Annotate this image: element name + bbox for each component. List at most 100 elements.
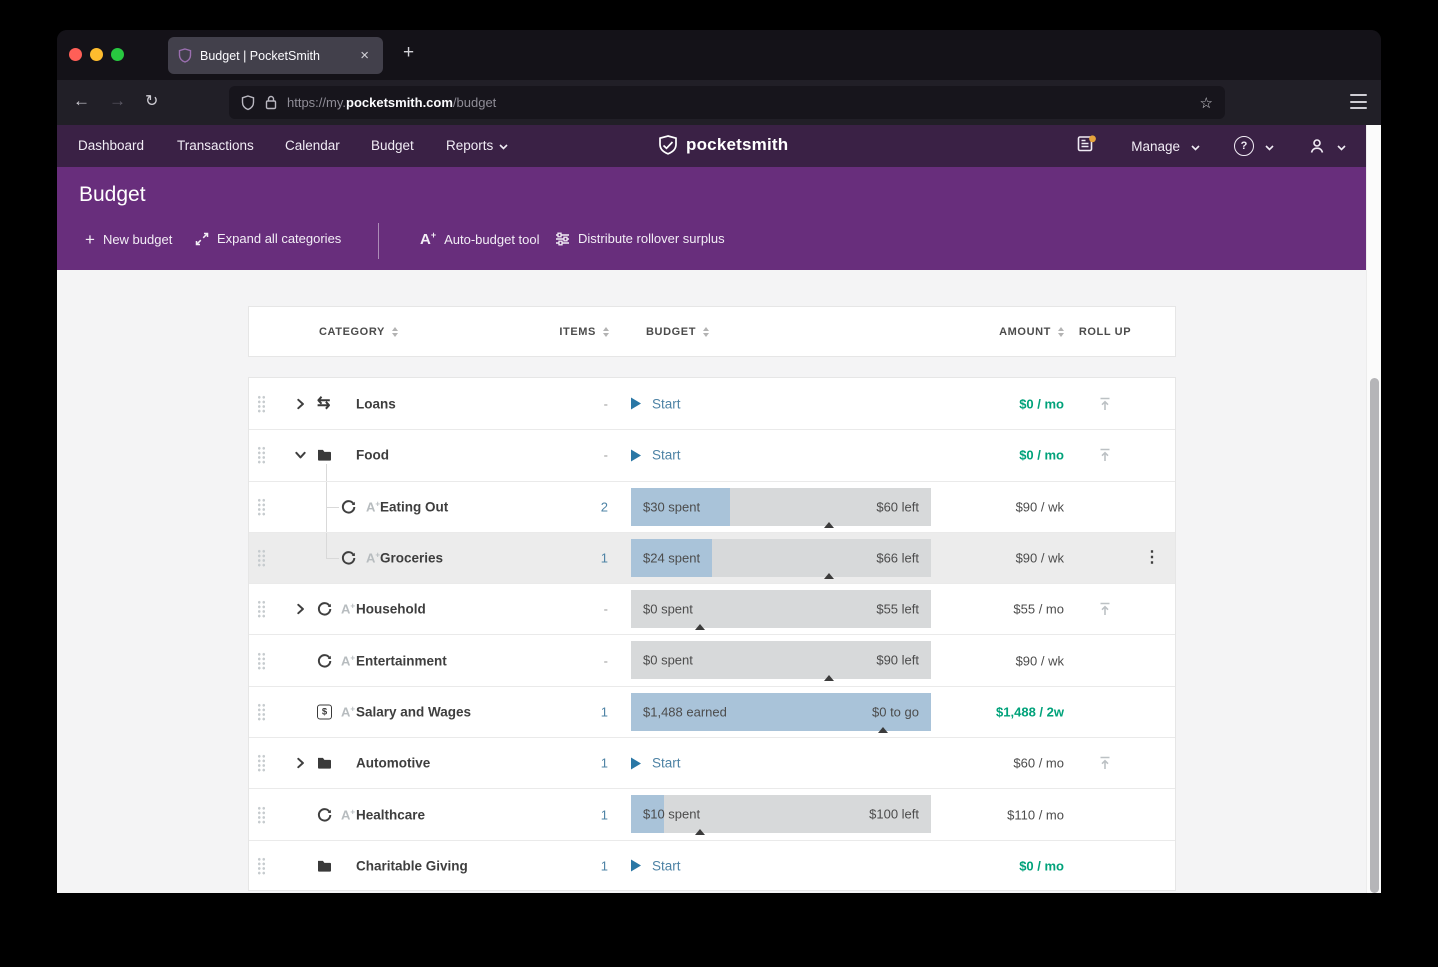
help-menu[interactable]: ? <box>1234 136 1274 156</box>
scrollbar-thumb[interactable] <box>1370 378 1379 893</box>
drag-handle-icon[interactable] <box>257 549 266 567</box>
rollup-pin-icon[interactable] <box>1093 755 1117 771</box>
folder-icon <box>317 449 332 462</box>
column-header-items[interactable]: ITEMS <box>519 307 609 356</box>
start-budget-button[interactable]: Start <box>631 396 681 411</box>
maximize-window-button[interactable] <box>111 48 124 61</box>
auto-budget-icon: A+ <box>366 551 380 564</box>
items-count[interactable]: 1 <box>548 858 608 873</box>
browser-tab[interactable]: Budget | PocketSmith × <box>168 37 383 74</box>
table-row-eating-out[interactable]: A+ Eating Out 2 $30 spent $60 left $90 /… <box>249 481 1175 532</box>
url-text[interactable]: https://my.pocketsmith.com/budget <box>287 95 496 110</box>
drag-handle-icon[interactable] <box>257 600 266 618</box>
drag-handle-icon[interactable] <box>257 446 266 464</box>
rollup-pin-icon[interactable] <box>1093 601 1117 617</box>
items-count: - <box>548 602 608 617</box>
category-name[interactable]: Household <box>356 602 426 617</box>
row-menu-kebab-icon[interactable]: ⋮ <box>1144 550 1160 566</box>
lock-icon[interactable] <box>265 95 277 110</box>
table-row-food[interactable]: Food - Start $0 / mo <box>249 429 1175 480</box>
table-row-salary-and-wages[interactable]: $ A+ Salary and Wages 1 $1,488 earned $0… <box>249 686 1175 737</box>
sort-icon[interactable] <box>703 327 709 337</box>
budget-progress-bar[interactable]: $10 spent $100 left <box>631 795 931 833</box>
url-bar[interactable]: https://my.pocketsmith.com/budget ☆ <box>229 86 1225 119</box>
rollup-pin-icon[interactable] <box>1093 447 1117 463</box>
chevron-down-icon[interactable] <box>295 450 306 461</box>
sort-icon[interactable] <box>392 327 398 337</box>
budget-progress-bar[interactable]: $0 spent $90 left <box>631 641 931 679</box>
nav-item-transactions[interactable]: Transactions <box>177 138 254 153</box>
items-count[interactable]: 1 <box>548 807 608 822</box>
items-count[interactable]: 1 <box>548 756 608 771</box>
drag-handle-icon[interactable] <box>257 857 266 875</box>
items-count[interactable]: 2 <box>548 499 608 514</box>
nav-item-reports[interactable]: Reports <box>446 138 508 153</box>
budget-progress-bar[interactable]: $24 spent $66 left <box>631 539 931 577</box>
table-row-groceries[interactable]: A+ Groceries 1 $24 spent $66 left $90 / … <box>249 532 1175 583</box>
page-scrollbar[interactable] <box>1366 125 1381 893</box>
menu-hamburger-icon[interactable] <box>1350 94 1367 109</box>
start-budget-button[interactable]: Start <box>631 756 681 771</box>
table-row-household[interactable]: A+ Household - $0 spent $55 left $55 / m… <box>249 583 1175 634</box>
drag-handle-icon[interactable] <box>257 498 266 516</box>
column-header-budget[interactable]: BUDGET <box>646 307 709 356</box>
bookmark-star-icon[interactable]: ☆ <box>1200 94 1213 112</box>
budget-progress-bar[interactable]: $1,488 earned $0 to go <box>631 693 931 731</box>
start-budget-button[interactable]: Start <box>631 858 681 873</box>
nav-item-calendar[interactable]: Calendar <box>285 138 340 153</box>
drag-handle-icon[interactable] <box>257 652 266 670</box>
nav-item-budget[interactable]: Budget <box>371 138 414 153</box>
category-name[interactable]: Entertainment <box>356 653 447 668</box>
category-name[interactable]: Eating Out <box>380 499 448 514</box>
chevron-right-icon[interactable] <box>295 758 306 769</box>
category-name[interactable]: Charitable Giving <box>356 858 468 873</box>
back-button[interactable]: ← <box>73 91 90 111</box>
drag-handle-icon[interactable] <box>257 395 266 413</box>
expand-all-categories-button[interactable]: Expand all categories <box>195 231 341 246</box>
sort-icon[interactable] <box>603 327 609 337</box>
close-window-button[interactable] <box>69 48 82 61</box>
start-budget-button[interactable]: Start <box>631 448 681 463</box>
table-row-charitable-giving[interactable]: Charitable Giving 1 Start $0 / mo <box>249 840 1175 891</box>
table-row-healthcare[interactable]: A+ Healthcare 1 $10 spent $100 left $110… <box>249 788 1175 839</box>
new-budget-button[interactable]: + New budget <box>85 231 172 248</box>
manage-menu[interactable]: Manage <box>1131 139 1200 154</box>
category-name[interactable]: Healthcare <box>356 807 425 822</box>
table-row-entertainment[interactable]: A+ Entertainment - $0 spent $90 left $90… <box>249 634 1175 685</box>
chevron-right-icon[interactable] <box>295 604 306 615</box>
category-name[interactable]: Loans <box>356 396 396 411</box>
distribute-rollover-surplus-button[interactable]: Distribute rollover surplus <box>555 231 725 246</box>
reload-button[interactable]: ↻ <box>145 91 158 111</box>
category-name[interactable]: Groceries <box>380 551 443 566</box>
table-row-automotive[interactable]: Automotive 1 Start $60 / mo <box>249 737 1175 788</box>
chevron-right-icon[interactable] <box>295 398 306 409</box>
window-controls[interactable] <box>69 48 124 61</box>
column-header-amount[interactable]: AMOUNT <box>954 307 1064 356</box>
items-count[interactable]: 1 <box>548 704 608 719</box>
drag-handle-icon[interactable] <box>257 754 266 772</box>
tab-close-icon[interactable]: × <box>356 46 373 65</box>
sort-icon[interactable] <box>1058 327 1064 337</box>
column-header-category[interactable]: CATEGORY <box>319 307 398 356</box>
pocketsmith-logo[interactable]: pocketsmith <box>657 134 788 156</box>
items-count[interactable]: 1 <box>548 551 608 566</box>
table-row-loans[interactable]: ⇆ Loans - Start $0 / mo <box>249 378 1175 429</box>
rollup-pin-icon[interactable] <box>1093 396 1117 412</box>
budget-progress-bar[interactable]: $0 spent $55 left <box>631 590 931 628</box>
drag-handle-icon[interactable] <box>257 703 266 721</box>
auto-budget-tool-button[interactable]: A+ Auto-budget tool <box>420 231 540 247</box>
category-name[interactable]: Automotive <box>356 756 430 771</box>
user-menu[interactable] <box>1308 137 1346 155</box>
drag-handle-icon[interactable] <box>257 806 266 824</box>
tracking-shield-icon[interactable] <box>241 95 255 111</box>
category-name[interactable]: Food <box>356 448 389 463</box>
today-marker-icon <box>878 727 888 733</box>
nav-right-cluster: Manage ? <box>1077 125 1346 167</box>
minimize-window-button[interactable] <box>90 48 103 61</box>
nav-item-dashboard[interactable]: Dashboard <box>78 138 144 153</box>
announcements-icon[interactable] <box>1077 135 1097 158</box>
category-name[interactable]: Salary and Wages <box>356 704 471 719</box>
new-tab-button[interactable]: + <box>397 42 420 64</box>
budget-progress-bar[interactable]: $30 spent $60 left <box>631 488 931 526</box>
forward-button[interactable]: → <box>109 91 126 111</box>
